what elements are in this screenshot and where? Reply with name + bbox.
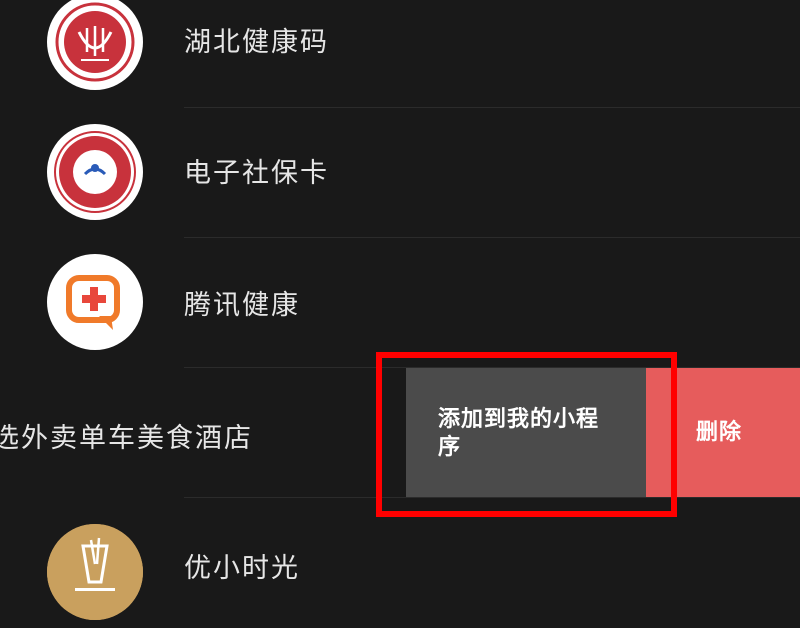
delete-button[interactable]: 删除 <box>646 368 800 498</box>
add-to-my-mini-programs-button[interactable]: 添加到我的小程序 <box>406 368 646 498</box>
list-item-tencent-health[interactable]: 腾讯健康 <box>0 238 800 368</box>
list-item-social-security-card[interactable]: 电子社保卡 <box>0 108 800 238</box>
item-label: 湖北健康码 <box>184 27 329 58</box>
item-label: 选外卖单车美食酒店 <box>0 423 253 454</box>
hubei-health-code-logo-icon <box>47 0 143 90</box>
mini-program-list: 湖北健康码 电子社保卡 腾讯健康 选外卖单车美食酒店 添加到我的小程序 删除 优… <box>0 0 800 620</box>
item-label: 腾讯健康 <box>184 290 300 321</box>
item-label: 电子社保卡 <box>184 158 329 189</box>
tencent-health-plus-icon <box>47 254 143 350</box>
list-item-hubei-health-code[interactable]: 湖北健康码 <box>0 0 800 107</box>
social-security-card-logo-icon <box>47 124 143 220</box>
list-item-tiny-times[interactable]: 优小时光 <box>0 498 800 628</box>
item-label: 优小时光 <box>184 553 300 584</box>
tiny-times-logo-icon <box>47 524 143 620</box>
